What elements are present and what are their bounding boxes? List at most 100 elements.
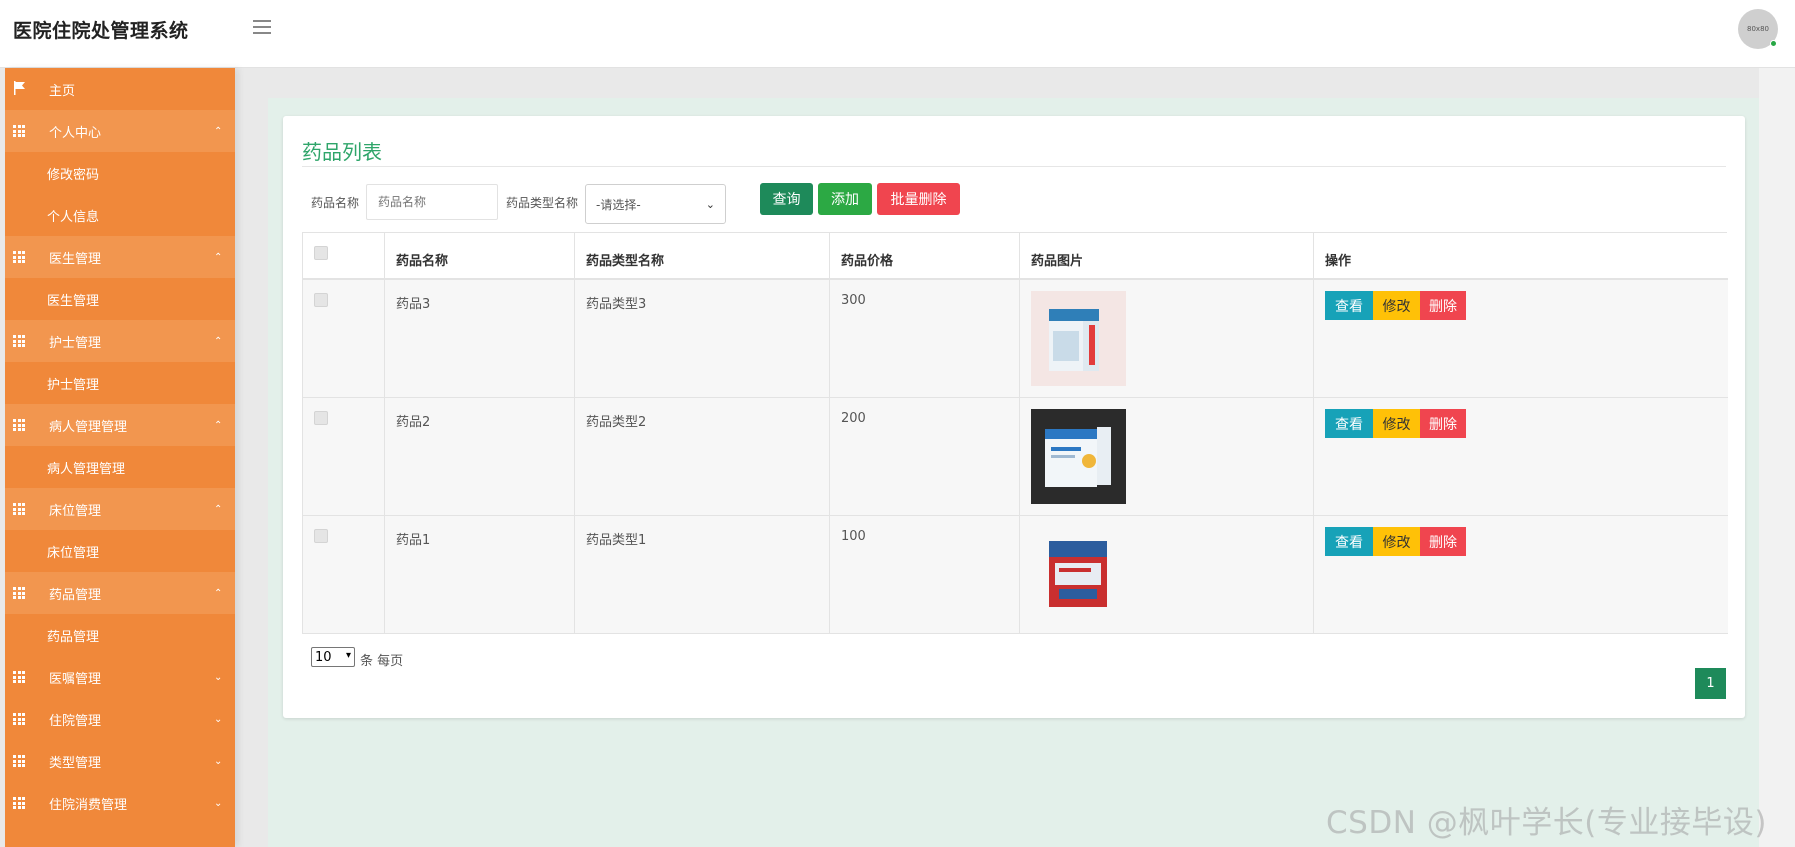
page-size-select[interactable]: 10 ▾ <box>311 647 355 667</box>
grid-icon <box>13 503 27 515</box>
drug-price-cell: 300 <box>841 293 866 308</box>
sidebar-group-8[interactable]: 类型管理 ⌄ <box>5 740 235 782</box>
delete-button[interactable]: 删除 <box>1420 527 1466 556</box>
sidebar-item[interactable]: 床位管理 <box>5 530 235 572</box>
grid-icon <box>13 671 27 683</box>
grid-icon <box>13 335 27 347</box>
grid-icon <box>13 419 27 431</box>
drug-name-cell: 药品3 <box>396 297 431 312</box>
drug-type-cell: 药品类型1 <box>586 533 647 548</box>
chevron-up-icon: ⌃ <box>214 251 223 263</box>
delete-button[interactable]: 删除 <box>1420 409 1466 438</box>
sidebar-item-label: 主页 <box>49 83 76 99</box>
sidebar-item-label: 病人管理管理 <box>47 461 126 477</box>
drug-table: 药品名称 药品类型名称 药品价格 药品图片 操作 药品3 药品类型3 300 查看 修改… <box>302 232 1728 634</box>
online-status-dot <box>1770 40 1777 47</box>
header-drug-name: 药品名称 <box>396 254 449 269</box>
drug-name-cell: 药品2 <box>396 415 431 430</box>
sidebar-group-label: 床位管理 <box>49 503 102 519</box>
sidebar-group-label: 药品管理 <box>49 587 102 603</box>
grid-icon <box>13 755 27 767</box>
avatar[interactable]: 80x80 <box>1738 9 1778 49</box>
search-bar: 药品名称 药品类型名称 -请选择- ⌄ 查询 添加 批量删除 <box>311 182 1711 224</box>
view-button[interactable]: 查看 <box>1325 527 1373 556</box>
chevron-up-icon: ⌃ <box>214 419 223 431</box>
edit-button[interactable]: 修改 <box>1373 527 1420 556</box>
row-checkbox[interactable] <box>314 529 328 543</box>
grid-icon <box>13 251 27 263</box>
sidebar-item[interactable]: 护士管理 <box>5 362 235 404</box>
row-actions: 查看 修改 删除 <box>1325 291 1466 320</box>
drug-list-card: 药品列表 药品名称 药品类型名称 -请选择- ⌄ 查询 添加 批量删除 药品名称… <box>283 116 1745 718</box>
drug-name-input[interactable] <box>366 184 498 220</box>
view-button[interactable]: 查看 <box>1325 409 1373 438</box>
sidebar-item-home[interactable]: 主页 <box>5 68 235 110</box>
drug-image <box>1031 291 1126 386</box>
header-drug-type: 药品类型名称 <box>586 254 665 269</box>
table-header-row: 药品名称 药品类型名称 药品价格 药品图片 操作 <box>303 233 1728 280</box>
menu-toggle-icon[interactable] <box>253 20 271 36</box>
sidebar-group-2[interactable]: 护士管理 ⌃ <box>5 320 235 362</box>
grid-icon <box>13 587 27 599</box>
sidebar-item[interactable]: 个人信息 <box>5 194 235 236</box>
sidebar-group-6[interactable]: 医嘱管理 ⌄ <box>5 656 235 698</box>
sidebar-group-1[interactable]: 医生管理 ⌃ <box>5 236 235 278</box>
row-actions: 查看 修改 删除 <box>1325 409 1466 438</box>
sidebar-group-3[interactable]: 病人管理管理 ⌃ <box>5 404 235 446</box>
edit-button[interactable]: 修改 <box>1373 409 1420 438</box>
header-drug-price: 药品价格 <box>841 254 894 269</box>
edit-button[interactable]: 修改 <box>1373 291 1420 320</box>
sidebar-item[interactable]: 医生管理 <box>5 278 235 320</box>
sidebar-item-label: 床位管理 <box>47 545 100 561</box>
chevron-down-icon: ⌄ <box>705 198 715 211</box>
drug-image <box>1031 409 1126 504</box>
drug-type-select[interactable]: -请选择- ⌄ <box>585 184 726 224</box>
sidebar-group-7[interactable]: 住院管理 ⌄ <box>5 698 235 740</box>
sidebar-item[interactable]: 修改密码 <box>5 152 235 194</box>
app-title: 医院住院处管理系统 <box>13 20 189 42</box>
chevron-up-icon: ⌃ <box>214 125 223 137</box>
table-row: 药品1 药品类型1 100 查看 修改 删除 <box>303 516 1728 634</box>
view-button[interactable]: 查看 <box>1325 291 1373 320</box>
sidebar-group-label: 住院管理 <box>49 713 102 729</box>
sidebar-group-label: 护士管理 <box>49 335 102 351</box>
drug-type-selected: -请选择- <box>596 197 641 212</box>
drug-type-cell: 药品类型3 <box>586 297 647 312</box>
table-row: 药品3 药品类型3 300 查看 修改 删除 <box>303 280 1728 398</box>
table-row: 药品2 药品类型2 200 查看 修改 删除 <box>303 398 1728 516</box>
drug-price-cell: 100 <box>841 529 866 544</box>
sidebar-group-0[interactable]: 个人中心 ⌃ <box>5 110 235 152</box>
sidebar-item[interactable]: 病人管理管理 <box>5 446 235 488</box>
sidebar: 主页 个人中心 ⌃ 修改密码 个人信息 医生管理 ⌃ 医生管理 护士管理 ⌃ 护士管理 病人管理管理… <box>5 68 235 847</box>
flag-icon <box>14 81 25 95</box>
chevron-down-icon: ▾ <box>345 650 351 661</box>
select-all-checkbox[interactable] <box>314 246 328 260</box>
row-checkbox[interactable] <box>314 411 328 425</box>
drug-type-label: 药品类型名称 <box>506 196 579 210</box>
delete-button[interactable]: 删除 <box>1420 291 1466 320</box>
sidebar-item-label: 个人信息 <box>47 209 100 225</box>
sidebar-group-label: 医生管理 <box>49 251 102 267</box>
sidebar-group-4[interactable]: 床位管理 ⌃ <box>5 488 235 530</box>
chevron-up-icon: ⌃ <box>214 335 223 347</box>
header-drug-image: 药品图片 <box>1031 254 1084 269</box>
sidebar-group-9[interactable]: 住院消费管理 ⌄ <box>5 782 235 824</box>
sidebar-group-5[interactable]: 药品管理 ⌃ <box>5 572 235 614</box>
drug-image <box>1031 527 1126 622</box>
sidebar-group-label: 个人中心 <box>49 125 102 141</box>
page-size-label: 条 每页 <box>360 654 404 669</box>
avatar-text: 80x80 <box>1747 25 1769 33</box>
query-button[interactable]: 查询 <box>760 183 813 215</box>
drug-price-cell: 200 <box>841 411 866 426</box>
grid-icon <box>13 713 27 725</box>
chevron-down-icon: ⌄ <box>214 797 223 809</box>
row-actions: 查看 修改 删除 <box>1325 527 1466 556</box>
add-button[interactable]: 添加 <box>818 183 872 215</box>
page-number-button[interactable]: 1 <box>1695 668 1726 699</box>
batch-delete-button[interactable]: 批量删除 <box>877 183 960 215</box>
sidebar-item[interactable]: 药品管理 <box>5 614 235 656</box>
grid-icon <box>13 797 27 809</box>
row-checkbox[interactable] <box>314 293 328 307</box>
page-title: 药品列表 <box>302 140 382 164</box>
sidebar-item-label: 修改密码 <box>47 167 100 183</box>
